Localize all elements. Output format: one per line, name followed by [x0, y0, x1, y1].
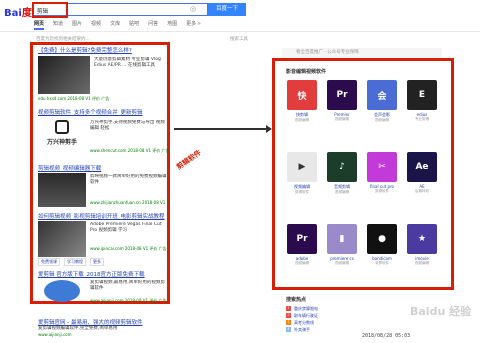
result-logo[interactable]: 万兴神剪手	[38, 118, 86, 154]
app-icon: ✂	[367, 152, 397, 182]
hot-search-title: 搜索热点	[286, 297, 307, 303]
app-subtitle: 视频编辑	[375, 118, 389, 122]
app-icon: 会	[367, 80, 397, 110]
app-subtitle: 视频编辑	[295, 261, 309, 265]
tab-web[interactable]: 网页	[34, 20, 45, 30]
result-item: 剪辑视频_视频编辑器下载	[38, 164, 168, 172]
camera-icon[interactable]: ◎	[188, 5, 198, 14]
result-sublinks: 免费领课 学习教程 更多	[38, 258, 104, 266]
app-tile[interactable]: 会会声会影 视频编辑	[364, 80, 400, 123]
result-title[interactable]: 视频剪辑软件_支持多个视频合并_更新剪辑	[38, 108, 168, 116]
result-snippet: 剪映视频一款简单好用的免费视频编辑软件	[90, 174, 167, 185]
app-tile[interactable]: ● bandicam 录屏软件	[364, 224, 400, 266]
app-tile[interactable]: Pr adobe 视频编辑	[284, 224, 320, 266]
sublink[interactable]: 更多	[90, 258, 104, 266]
side-banner[interactable]: 看全百度推广 · 公众号专业保障	[282, 48, 442, 58]
app-subtitle: 音频编辑	[335, 190, 349, 194]
brand-icon	[55, 120, 69, 134]
app-icon: ●	[367, 224, 397, 254]
app-tile[interactable]: ▮ premiere cs 视频编辑	[324, 224, 360, 266]
search-button[interactable]: 百度一下	[208, 3, 246, 16]
highlight-box-query	[32, 2, 68, 18]
app-tile[interactable]: ▶ 视频编辑 剪辑软件	[284, 152, 320, 195]
search-tabs: 网页 知道 图片 视频 文库 贴吧 问答 地图 更多 »	[34, 20, 201, 30]
timestamp: 2018/08/28 05:03	[362, 333, 411, 339]
result-title[interactable]: 剪辑视频_视频编辑器下载	[38, 164, 168, 172]
app-tile[interactable]: Eedius 专业剪辑	[404, 80, 440, 122]
result-url[interactable]: www.aijianji.com	[38, 332, 178, 337]
top-bar: Bai度 剪辑 ◎ 百度一下 网页 知道 图片 视频 文库 贴吧 问答 地图 更…	[0, 0, 480, 34]
result-url[interactable]: www.zhijianzhuanfuan.cn 2018-08 V1 评价 广告	[90, 200, 170, 206]
app-subtitle: 剪辑软件	[375, 189, 389, 193]
tab-images[interactable]: 图片	[72, 20, 82, 30]
app-subtitle: 视频编辑	[335, 117, 349, 121]
result-thumbnail[interactable]	[38, 221, 86, 257]
app-icon: ★	[407, 224, 437, 254]
result-item: 爱剪辑 官方版下载_2018官方正版免费下载	[38, 270, 168, 278]
result-url[interactable]: edu.hxsd.com 2018-08 V1 评价 广告	[38, 96, 168, 102]
app-subtitle: 视频编辑	[335, 261, 349, 265]
panel-title: 影音编辑视频软件	[286, 69, 327, 75]
header-divider	[0, 31, 480, 32]
tab-wenku[interactable]: 文库	[110, 20, 120, 30]
app-icon: Pr	[327, 80, 357, 110]
result-thumbnail[interactable]	[38, 173, 86, 207]
app-icon: ♪	[327, 152, 357, 182]
tab-zhidao[interactable]: 知道	[53, 20, 63, 30]
result-item: 爱剪辑官网 - 最易用、强大的视频剪辑软件 爱剪辑视频编辑软件,完全免费,简单易…	[38, 318, 178, 337]
app-subtitle: 视频编辑	[295, 118, 309, 122]
result-item: 【免费】什么是剪辑?免费完整怎么样?	[38, 46, 168, 54]
app-tile[interactable]: ♪ 音频剪辑 音频编辑	[324, 152, 360, 195]
result-snippet: 万兴神剪手,支持视频免费与导出 视频编辑 轻松	[90, 120, 165, 131]
app-subtitle: 后期特效	[415, 189, 429, 193]
result-snippet: 爱剪辑视频,最易用,简单好用的视频剪辑软件	[90, 280, 165, 291]
brand-name: 万兴神剪手	[46, 139, 77, 146]
app-subtitle: 专业剪辑	[415, 117, 429, 121]
app-icon: Ae	[407, 152, 437, 182]
tab-tieba[interactable]: 贴吧	[129, 20, 139, 30]
app-subtitle: 录屏软件	[375, 261, 389, 265]
watermark: Baidu 经验	[410, 305, 472, 318]
tab-qa[interactable]: 问答	[148, 20, 158, 30]
annotation-arrow	[174, 128, 268, 130]
result-title[interactable]: 如何剪辑视频_影视剪辑培训开班_电影剪辑实战教程	[38, 212, 168, 220]
sublink[interactable]: 学习教程	[64, 258, 86, 266]
app-icon: Pr	[287, 224, 317, 254]
search-tools-link[interactable]: 搜索工具	[230, 36, 248, 42]
hot-search-item[interactable]: 3 高考分数线	[286, 320, 446, 327]
app-tile[interactable]: Pr Premier 视频编辑	[324, 80, 360, 122]
app-tile[interactable]: ★ imovie 视频编辑	[404, 224, 440, 266]
sublink[interactable]: 免费领课	[38, 258, 60, 266]
result-title[interactable]: 爱剪辑 官方版下载_2018官方正版免费下载	[38, 270, 168, 278]
result-snippet: Adobe Premiere Vegas Final Cut Pro 视频剪辑 …	[90, 222, 162, 233]
handwritten-annotation: 剪辑软件	[175, 148, 203, 172]
tab-map[interactable]: 地图	[167, 20, 177, 30]
app-tile[interactable]: 快快剪辑 视频编辑	[284, 80, 320, 123]
app-tile[interactable]: Ae AE 后期特效	[404, 152, 440, 194]
result-url[interactable]: www.ipincai.com 2018-08 V1 评价 广告	[90, 246, 170, 252]
app-icon: E	[407, 80, 437, 110]
result-snippet: 大量创意剪辑素材 专业剪辑 Vlog Edius AE/PR ... 在线剪辑工…	[94, 57, 161, 68]
baidu-logo[interactable]: Bai度	[4, 4, 32, 19]
app-icon: ▶	[287, 152, 317, 182]
result-thumbnail[interactable]	[44, 280, 80, 302]
result-url[interactable]: www.shencut.com 2018-08 V1 评价 广告	[90, 148, 170, 154]
result-item: 如何剪辑视频_影视剪辑培训开班_电影剪辑实战教程	[38, 212, 168, 220]
tab-more[interactable]: 更多 »	[186, 20, 201, 30]
result-thumbnail[interactable]	[38, 56, 90, 94]
result-item: 视频剪辑软件_支持多个视频合并_更新剪辑	[38, 108, 168, 116]
app-subtitle: 视频编辑	[415, 261, 429, 265]
result-title[interactable]: 爱剪辑官网 - 最易用、强大的视频剪辑软件	[38, 318, 178, 326]
app-icon: 快	[287, 80, 317, 110]
app-tile[interactable]: ✂ final cut pro 剪辑软件	[364, 152, 400, 194]
result-url[interactable]: www.aijianji.com 2018-08 V1 评价 广告	[90, 298, 170, 304]
tab-video[interactable]: 视频	[91, 20, 101, 30]
app-icon: ▮	[327, 224, 357, 254]
app-subtitle: 剪辑软件	[295, 190, 309, 194]
result-title[interactable]: 【免费】什么是剪辑?免费完整怎么样?	[38, 46, 168, 54]
